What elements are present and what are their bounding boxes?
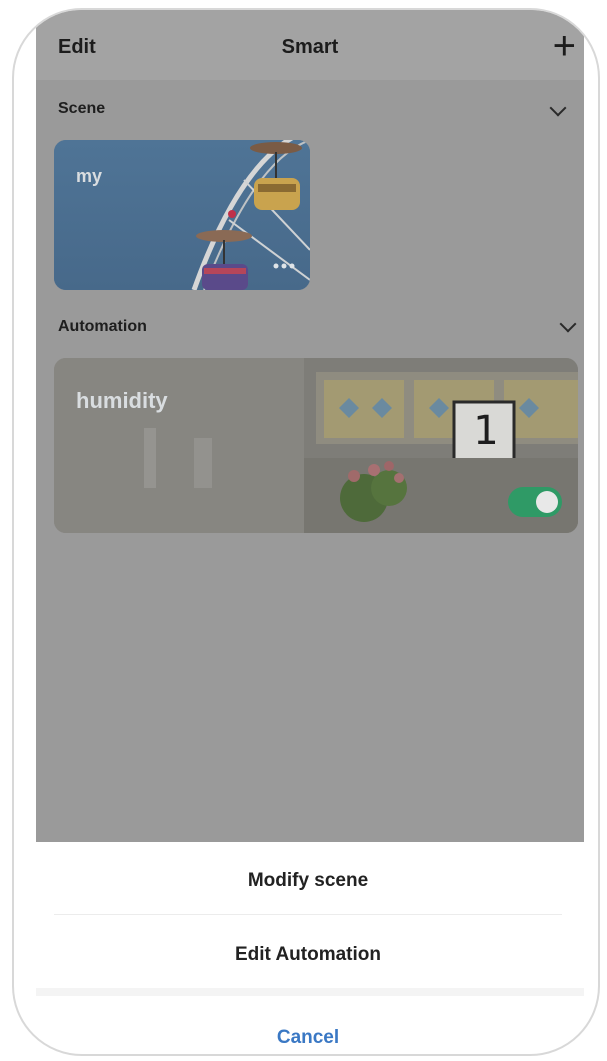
ferris-wheel-image — [54, 140, 310, 290]
top-bar: Edit Smart + — [36, 10, 584, 80]
scene-name: my — [76, 166, 103, 186]
phone-frame: Edit Smart + Scene my Automation 1 humid… — [12, 8, 600, 1056]
chevron-down-icon[interactable] — [549, 99, 567, 117]
automation-toggle[interactable] — [508, 487, 562, 517]
sign-number: 1 — [473, 408, 499, 454]
toggle-knob — [536, 491, 558, 513]
automation-card[interactable]: 1 humidity — [54, 358, 578, 533]
modify-scene-button[interactable]: Modify scene — [54, 870, 562, 892]
cancel-button[interactable]: Cancel — [54, 1027, 562, 1049]
automation-section-label: Automation — [58, 318, 147, 335]
smart-screen: Edit Smart + Scene my Automation 1 humid… — [36, 10, 584, 842]
automation-name: humidity — [76, 388, 168, 413]
sheet-gap — [36, 988, 584, 996]
edit-button[interactable]: Edit — [58, 36, 96, 59]
scene-card[interactable]: my — [54, 140, 310, 290]
scene-section-label: Scene — [58, 100, 106, 117]
edit-automation-button[interactable]: Edit Automation — [54, 944, 562, 966]
sheet-divider — [54, 914, 562, 915]
plus-icon[interactable]: + — [553, 26, 576, 66]
chevron-down-icon[interactable] — [559, 315, 577, 333]
page-title: Smart — [281, 36, 339, 58]
